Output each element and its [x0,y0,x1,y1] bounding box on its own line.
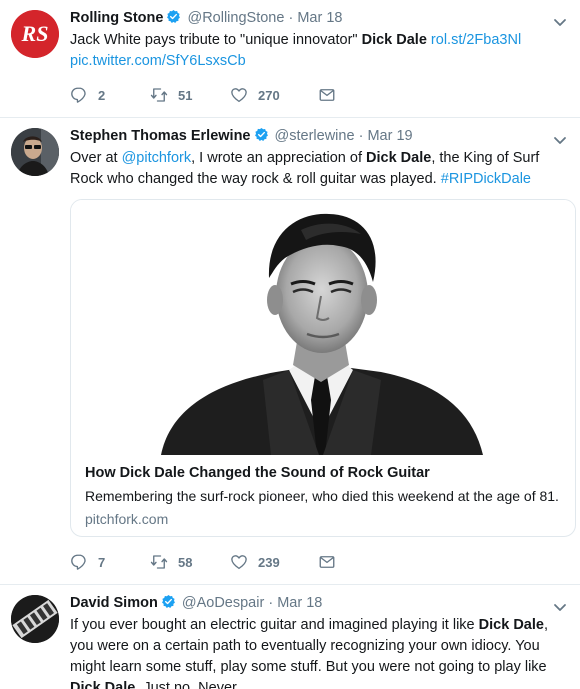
reply-button[interactable]: 7 [70,553,150,571]
card-title[interactable]: How Dick Dale Changed the Sound of Rock … [85,464,561,483]
hashtag-link[interactable]: #RIPDickDale [441,171,531,187]
text-segment: Jack White pays tribute to "unique innov… [70,32,362,48]
reply-count: 2 [98,87,106,103]
handle[interactable]: @AoDespair [182,595,264,611]
tweet-text: Jack White pays tribute to "unique innov… [70,30,564,72]
verified-badge-icon [166,9,181,24]
direct-message-icon [319,556,335,568]
text-segment: , I wrote an appreciation of [191,150,367,166]
separator: · [268,595,274,611]
timestamp[interactable]: Mar 18 [297,10,342,26]
timestamp[interactable]: Mar 18 [277,595,322,611]
like-button[interactable]: 239 [230,553,318,571]
card-domain: pitchfork.com [85,511,169,527]
text-segment: If you ever bought an electric guitar an… [70,617,479,633]
svg-text:RS: RS [21,21,49,46]
avatar[interactable]: RS [11,10,59,58]
tweet-text: If you ever bought an electric guitar an… [70,615,564,689]
like-icon [231,88,247,103]
like-icon [231,555,247,570]
rolling-stone-logo: RS [11,10,59,58]
retweet-count: 51 [178,87,193,103]
tweet[interactable]: RS Rolling Stone @RollingStone · Mar 18 … [0,0,580,118]
profile-photo [11,128,59,176]
like-count: 239 [258,554,280,570]
reply-count: 7 [98,554,106,570]
display-name[interactable]: Stephen Thomas Erlewine [70,128,251,144]
retweet-count: 58 [178,554,193,570]
card-image[interactable] [71,200,575,455]
like-button[interactable]: 270 [230,86,318,104]
display-name[interactable]: Rolling Stone [70,10,163,26]
handle[interactable]: @sterlewine [275,128,355,144]
reply-icon [71,87,86,103]
handle[interactable]: @RollingStone [187,10,284,26]
card-description: Remembering the surf-rock pioneer, who d… [85,488,559,504]
tweet-header: David Simon @AoDespair · Mar 18 [70,593,564,613]
tweet-actions: 7 58 239 [70,552,398,572]
retweet-button[interactable]: 58 [150,553,230,571]
chevron-down-icon[interactable] [550,130,570,150]
tweet-feed: RS Rolling Stone @RollingStone · Mar 18 … [0,0,580,689]
highlight-term: Dick Dale [361,32,427,48]
timestamp[interactable]: Mar 19 [367,128,412,144]
chevron-down-icon[interactable] [550,597,570,617]
tweet[interactable]: Stephen Thomas Erlewine @sterlewine · Ma… [0,118,580,585]
avatar[interactable] [11,595,59,643]
tweet-text: Over at @pitchfork, I wrote an appreciat… [70,148,564,190]
media-link[interactable]: pic.twitter.com/SfY6LsxsCb [70,53,246,69]
retweet-button[interactable]: 51 [150,86,230,104]
tweet-header: Stephen Thomas Erlewine @sterlewine · Ma… [70,126,564,146]
like-count: 270 [258,87,280,103]
direct-message-icon [319,89,335,101]
highlight-term: Dick Dale [366,150,432,166]
highlight-term: Dick Dale [478,617,544,633]
tweet-link[interactable]: rol.st/2Fba3Nl [431,32,521,48]
direct-message-button[interactable] [318,86,398,104]
text-segment: . Just no. Never. [135,680,241,689]
display-name[interactable]: David Simon [70,595,158,611]
reply-icon [71,554,86,570]
direct-message-button[interactable] [318,553,398,571]
verified-badge-icon [254,127,269,142]
tweet[interactable]: David Simon @AoDespair · Mar 18 If you e… [0,585,580,689]
tweet-header: Rolling Stone @RollingStone · Mar 18 [70,8,564,28]
portrait-photo [71,200,575,455]
highlight-term: Dick Dale [70,680,136,689]
separator: · [288,10,294,26]
retweet-icon [150,555,168,569]
chevron-down-icon[interactable] [550,12,570,32]
verified-badge-icon [161,594,176,609]
avatar[interactable] [11,128,59,176]
text-segment: Over at [70,150,122,166]
mention-link[interactable]: @pitchfork [122,150,192,166]
profile-photo [11,595,59,643]
card-body: How Dick Dale Changed the Sound of Rock … [71,455,575,529]
retweet-icon [150,88,168,102]
separator: · [358,128,364,144]
reply-button[interactable]: 2 [70,86,150,104]
link-card[interactable]: How Dick Dale Changed the Sound of Rock … [70,199,576,537]
tweet-actions: 2 51 270 [70,85,398,105]
